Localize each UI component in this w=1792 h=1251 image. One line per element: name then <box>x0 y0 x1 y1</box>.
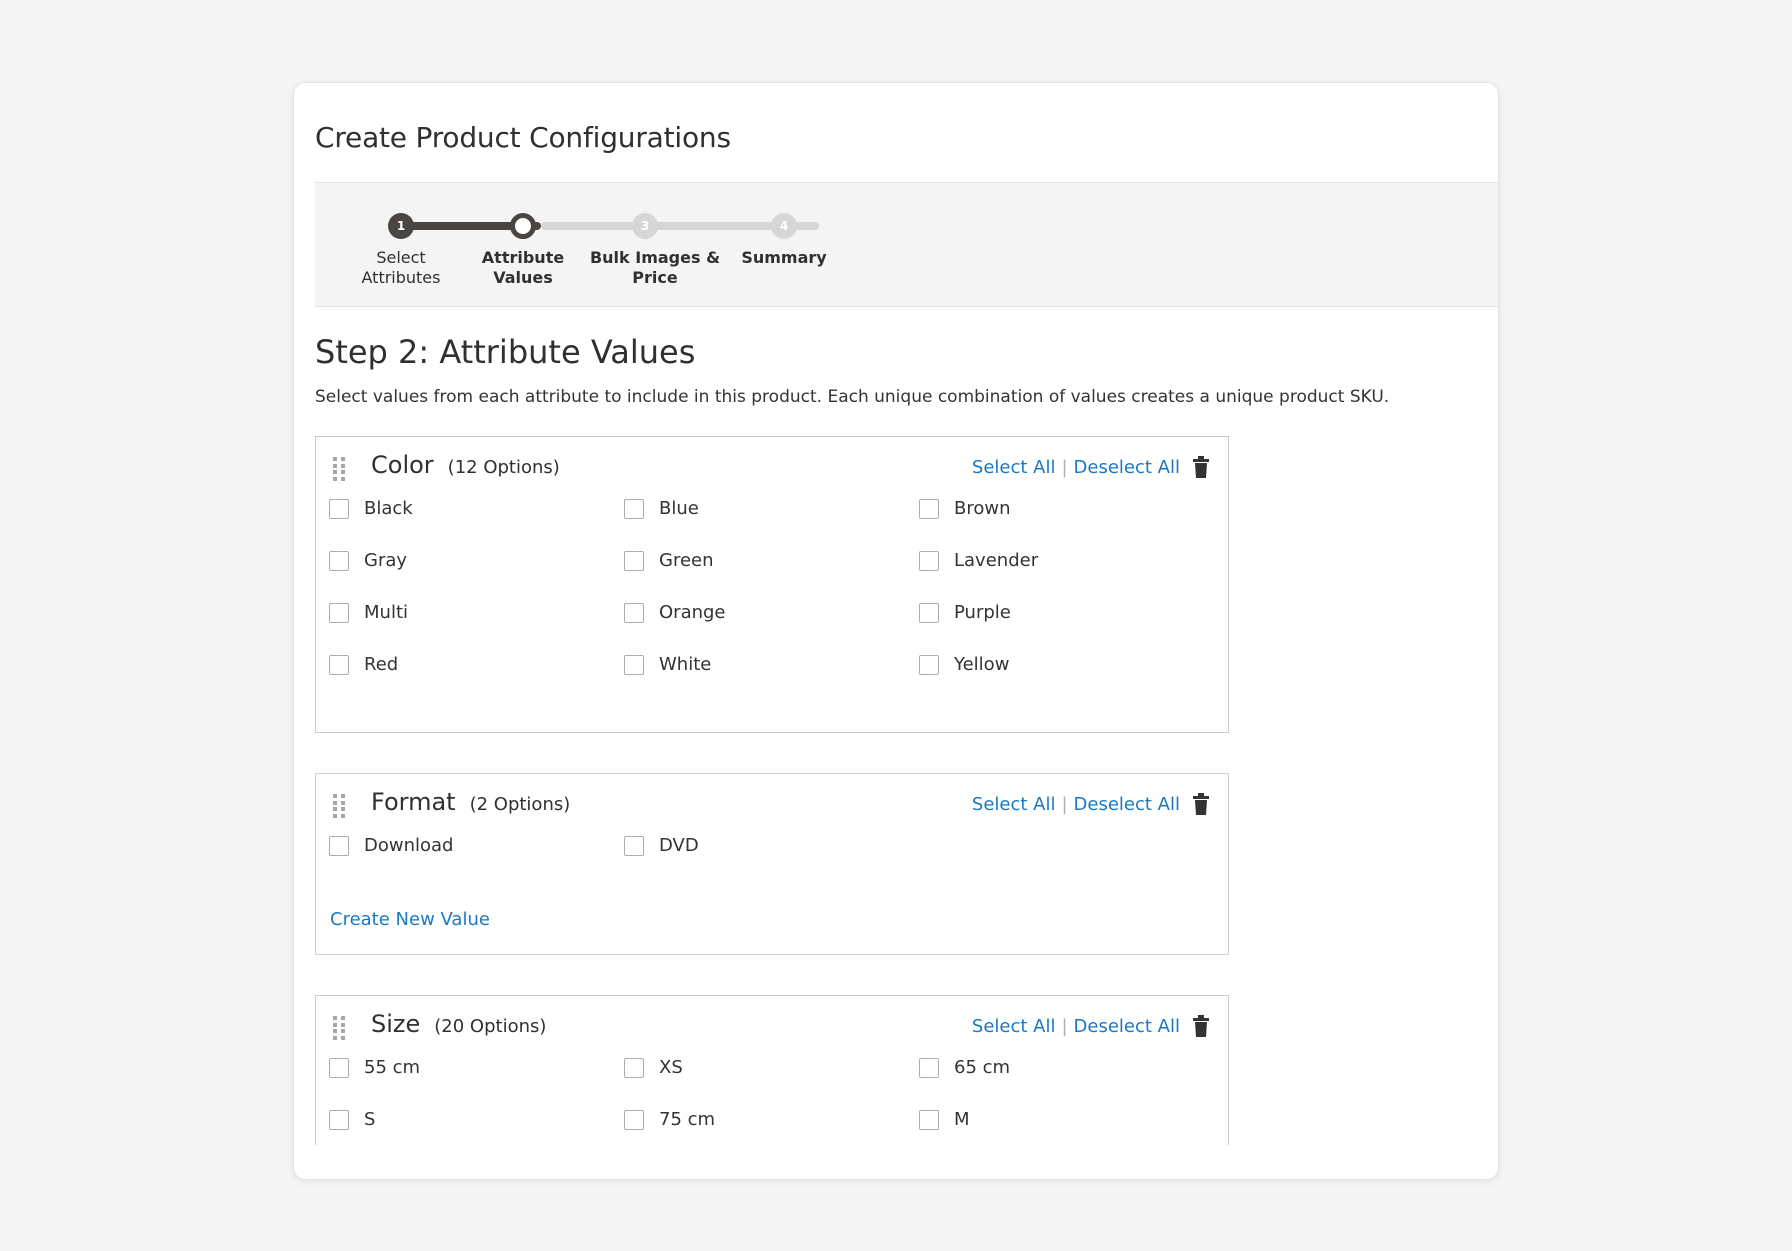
select-all-link[interactable]: Select All <box>972 1016 1056 1037</box>
checkbox[interactable] <box>624 835 644 856</box>
header-actions: Select All | Deselect All <box>972 456 1210 478</box>
separator: | <box>1061 793 1068 815</box>
header-actions: Select All | Deselect All <box>972 1015 1210 1037</box>
drag-handle-icon[interactable] <box>333 457 345 481</box>
checkbox[interactable] <box>624 654 644 675</box>
option-s[interactable]: S <box>329 1109 375 1130</box>
checkbox[interactable] <box>329 1109 349 1130</box>
checkbox[interactable] <box>919 550 939 571</box>
checkbox[interactable] <box>919 602 939 623</box>
checkbox[interactable] <box>624 498 644 519</box>
attribute-header: Format (2 Options) Select All | Deselect … <box>316 774 1228 834</box>
option-m[interactable]: M <box>919 1109 970 1130</box>
step-1-label[interactable]: Select Attributes <box>341 248 461 288</box>
option-download[interactable]: Download <box>329 835 453 856</box>
checkbox[interactable] <box>329 602 349 623</box>
checkbox[interactable] <box>919 654 939 675</box>
checkbox[interactable] <box>624 1057 644 1078</box>
trash-icon[interactable] <box>1192 456 1210 478</box>
attribute-header: Color (12 Options) Select All | Deselect … <box>316 437 1228 497</box>
attribute-title: Size (20 Options) <box>371 1010 547 1038</box>
option-55cm[interactable]: 55 cm <box>329 1057 420 1078</box>
option-65cm[interactable]: 65 cm <box>919 1057 1010 1078</box>
option-gray[interactable]: Gray <box>329 550 407 571</box>
option-red[interactable]: Red <box>329 654 398 675</box>
option-75cm[interactable]: 75 cm <box>624 1109 715 1130</box>
wizard-progress: 1 3 4 Select Attributes Attribute Values… <box>315 182 1498 307</box>
option-green[interactable]: Green <box>624 550 714 571</box>
step-2-dot[interactable] <box>510 213 536 239</box>
product-config-modal: Create Product Configurations 1 3 4 Sele… <box>293 82 1499 1180</box>
checkbox[interactable] <box>329 835 349 856</box>
option-yellow[interactable]: Yellow <box>919 654 1009 675</box>
attribute-title: Format (2 Options) <box>371 788 571 816</box>
checkbox[interactable] <box>329 1057 349 1078</box>
separator: | <box>1061 456 1068 478</box>
checkbox[interactable] <box>919 1057 939 1078</box>
option-brown[interactable]: Brown <box>919 498 1011 519</box>
option-lavender[interactable]: Lavender <box>919 550 1038 571</box>
trash-icon[interactable] <box>1192 1015 1210 1037</box>
select-all-link[interactable]: Select All <box>972 794 1056 815</box>
attribute-panel-format: Format (2 Options) Select All | Deselect … <box>315 773 1229 955</box>
option-count: (20 Options) <box>434 1016 547 1037</box>
trash-icon[interactable] <box>1192 793 1210 815</box>
option-blue[interactable]: Blue <box>624 498 699 519</box>
deselect-all-link[interactable]: Deselect All <box>1074 457 1180 478</box>
create-new-value-link[interactable]: Create New Value <box>330 909 490 930</box>
attribute-header: Size (20 Options) Select All | Deselect A… <box>316 996 1228 1056</box>
option-xs[interactable]: XS <box>624 1057 683 1078</box>
drag-handle-icon[interactable] <box>333 794 345 818</box>
checkbox[interactable] <box>624 1109 644 1130</box>
checkbox[interactable] <box>919 1109 939 1130</box>
step-4-label: Summary <box>741 248 827 267</box>
checkbox[interactable] <box>919 498 939 519</box>
option-black[interactable]: Black <box>329 498 413 519</box>
checkbox[interactable] <box>329 550 349 571</box>
separator: | <box>1061 1015 1068 1037</box>
attribute-title: Color (12 Options) <box>371 451 560 479</box>
step-heading: Step 2: Attribute Values <box>315 333 696 371</box>
option-white[interactable]: White <box>624 654 711 675</box>
option-purple[interactable]: Purple <box>919 602 1011 623</box>
deselect-all-link[interactable]: Deselect All <box>1074 1016 1180 1037</box>
deselect-all-link[interactable]: Deselect All <box>1074 794 1180 815</box>
header-actions: Select All | Deselect All <box>972 793 1210 815</box>
checkbox[interactable] <box>329 654 349 675</box>
option-multi[interactable]: Multi <box>329 602 408 623</box>
option-count: (2 Options) <box>469 794 571 815</box>
checkbox[interactable] <box>329 498 349 519</box>
option-count: (12 Options) <box>447 457 560 478</box>
select-all-link[interactable]: Select All <box>972 457 1056 478</box>
attribute-panel-size: Size (20 Options) Select All | Deselect A… <box>315 995 1229 1145</box>
checkbox[interactable] <box>624 550 644 571</box>
step-3-dot: 3 <box>632 213 658 239</box>
drag-handle-icon[interactable] <box>333 1016 345 1040</box>
option-orange[interactable]: Orange <box>624 602 726 623</box>
modal-title: Create Product Configurations <box>315 121 731 154</box>
step-2-label[interactable]: Attribute Values <box>463 248 583 288</box>
step-1-dot[interactable]: 1 <box>388 213 414 239</box>
step-description: Select values from each attribute to inc… <box>315 387 1390 407</box>
attribute-panel-color: Color (12 Options) Select All | Deselect … <box>315 436 1229 733</box>
checkbox[interactable] <box>624 602 644 623</box>
step-4-dot: 4 <box>771 213 797 239</box>
option-dvd[interactable]: DVD <box>624 835 699 856</box>
step-3-label: Bulk Images & Price <box>589 248 721 287</box>
